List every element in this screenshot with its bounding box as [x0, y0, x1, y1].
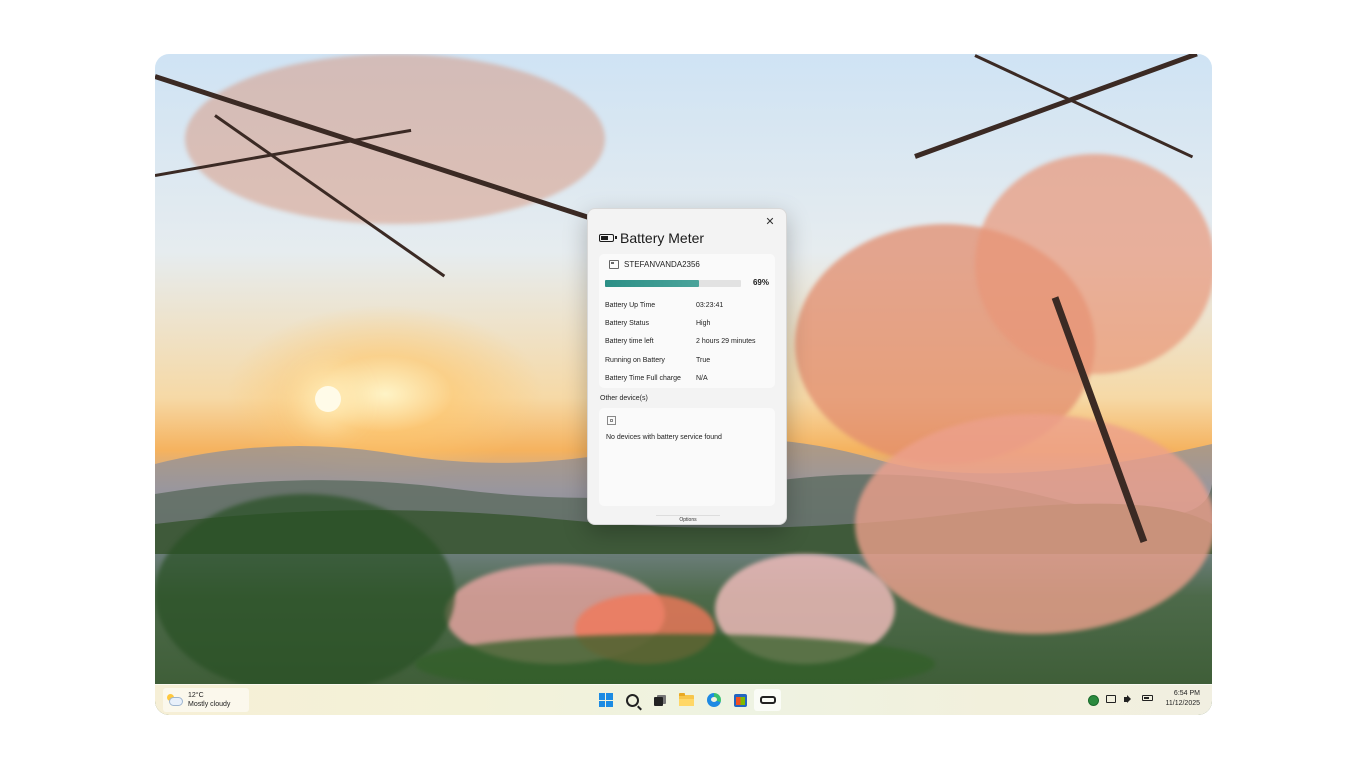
detail-row: Battery Time Full charge N/A: [605, 369, 770, 387]
edge-button[interactable]: [700, 689, 727, 711]
battery-card: STEFANVANDA2356 69% Battery Up Time 03:23…: [599, 254, 775, 388]
wallpaper-blossom: [855, 414, 1212, 634]
weather-widget[interactable]: 12°C Mostly cloudy: [163, 688, 249, 712]
battery-percent: 69%: [752, 278, 769, 287]
edge-icon: [706, 693, 721, 707]
detail-row: Battery time left 2 hours 29 minutes: [605, 333, 770, 351]
detail-value: True: [696, 356, 711, 364]
other-devices-label: Other device(s): [600, 395, 648, 402]
detail-label: Battery time left: [605, 338, 654, 346]
wallpaper-blossom: [975, 154, 1212, 374]
start-button[interactable]: [592, 689, 619, 711]
security-tray-button[interactable]: [1088, 695, 1099, 706]
partly-cloudy-icon: [167, 694, 183, 706]
speaker-icon: [1124, 695, 1134, 704]
detail-label: Battery Status: [605, 319, 649, 327]
device-row: STEFANVANDA2356: [609, 260, 700, 269]
wallpaper-branch: [914, 54, 1198, 159]
clock-time: 6:54 PM: [1173, 690, 1200, 697]
detail-label: Battery Time Full charge: [605, 374, 681, 382]
chip-icon: [607, 416, 616, 425]
taskbar-apps: [592, 689, 781, 711]
no-devices-message: No devices with battery service found: [606, 434, 722, 441]
detail-label: Running on Battery: [605, 356, 665, 364]
search-icon: [626, 693, 639, 707]
window-title-text: Battery Meter: [620, 230, 705, 246]
other-devices-card: No devices with battery service found: [599, 408, 775, 506]
battery-tray-icon: [1142, 695, 1153, 701]
computer-icon: [609, 260, 619, 269]
close-button[interactable]: ✕: [762, 213, 778, 229]
clock-date: 11/12/2025: [1165, 700, 1200, 707]
network-tray-button[interactable]: [1106, 695, 1116, 705]
battery-meter-window: ✕ Battery Meter STEFANVANDA2356 69% Batt…: [587, 208, 787, 525]
battery-progress-bar: [605, 280, 741, 287]
task-view-button[interactable]: [646, 689, 673, 711]
detail-value: N/A: [696, 374, 708, 382]
options-button[interactable]: Options: [656, 515, 720, 525]
detail-value: 03:23:41: [696, 301, 724, 309]
close-icon: ✕: [765, 214, 775, 228]
battery-icon: [759, 696, 776, 704]
device-name: STEFANVANDA2356: [624, 260, 700, 269]
detail-row: Battery Up Time 03:23:41: [605, 296, 770, 314]
detail-row: Battery Status High: [605, 314, 770, 332]
search-button[interactable]: [619, 689, 646, 711]
store-icon: [734, 693, 747, 707]
detail-row: Running on Battery True: [605, 351, 770, 369]
folder-icon: [679, 692, 694, 706]
window-title: Battery Meter: [599, 230, 704, 246]
battery-progress-fill: [605, 280, 699, 287]
battery-tray-button[interactable]: [1142, 695, 1153, 705]
detail-label: Battery Up Time: [605, 301, 656, 309]
weather-temperature: 12°C: [188, 692, 204, 699]
battery-details: Battery Up Time 03:23:41 Battery Status Hig…: [605, 296, 770, 387]
wallpaper-foliage: [155, 494, 455, 694]
taskbar: 12°C Mostly cloudy 6:54 PM 11/12/2025: [155, 684, 1212, 715]
task-view-icon: [653, 694, 666, 706]
detail-value: 2 hours 29 minutes: [696, 338, 756, 346]
battery-meter-taskbar-button[interactable]: [754, 689, 781, 711]
wallpaper-sun: [315, 386, 341, 412]
system-tray: [1088, 695, 1153, 706]
volume-tray-button[interactable]: [1124, 695, 1134, 705]
windows-logo-icon: [598, 693, 613, 707]
detail-value: High: [696, 319, 711, 327]
network-icon: [1106, 695, 1116, 703]
weather-description: Mostly cloudy: [188, 701, 231, 708]
file-explorer-button[interactable]: [673, 689, 700, 711]
shield-icon: [1088, 695, 1099, 706]
store-button[interactable]: [727, 689, 754, 711]
clock[interactable]: 6:54 PM 11/12/2025: [1165, 689, 1200, 709]
battery-icon: [599, 234, 617, 242]
